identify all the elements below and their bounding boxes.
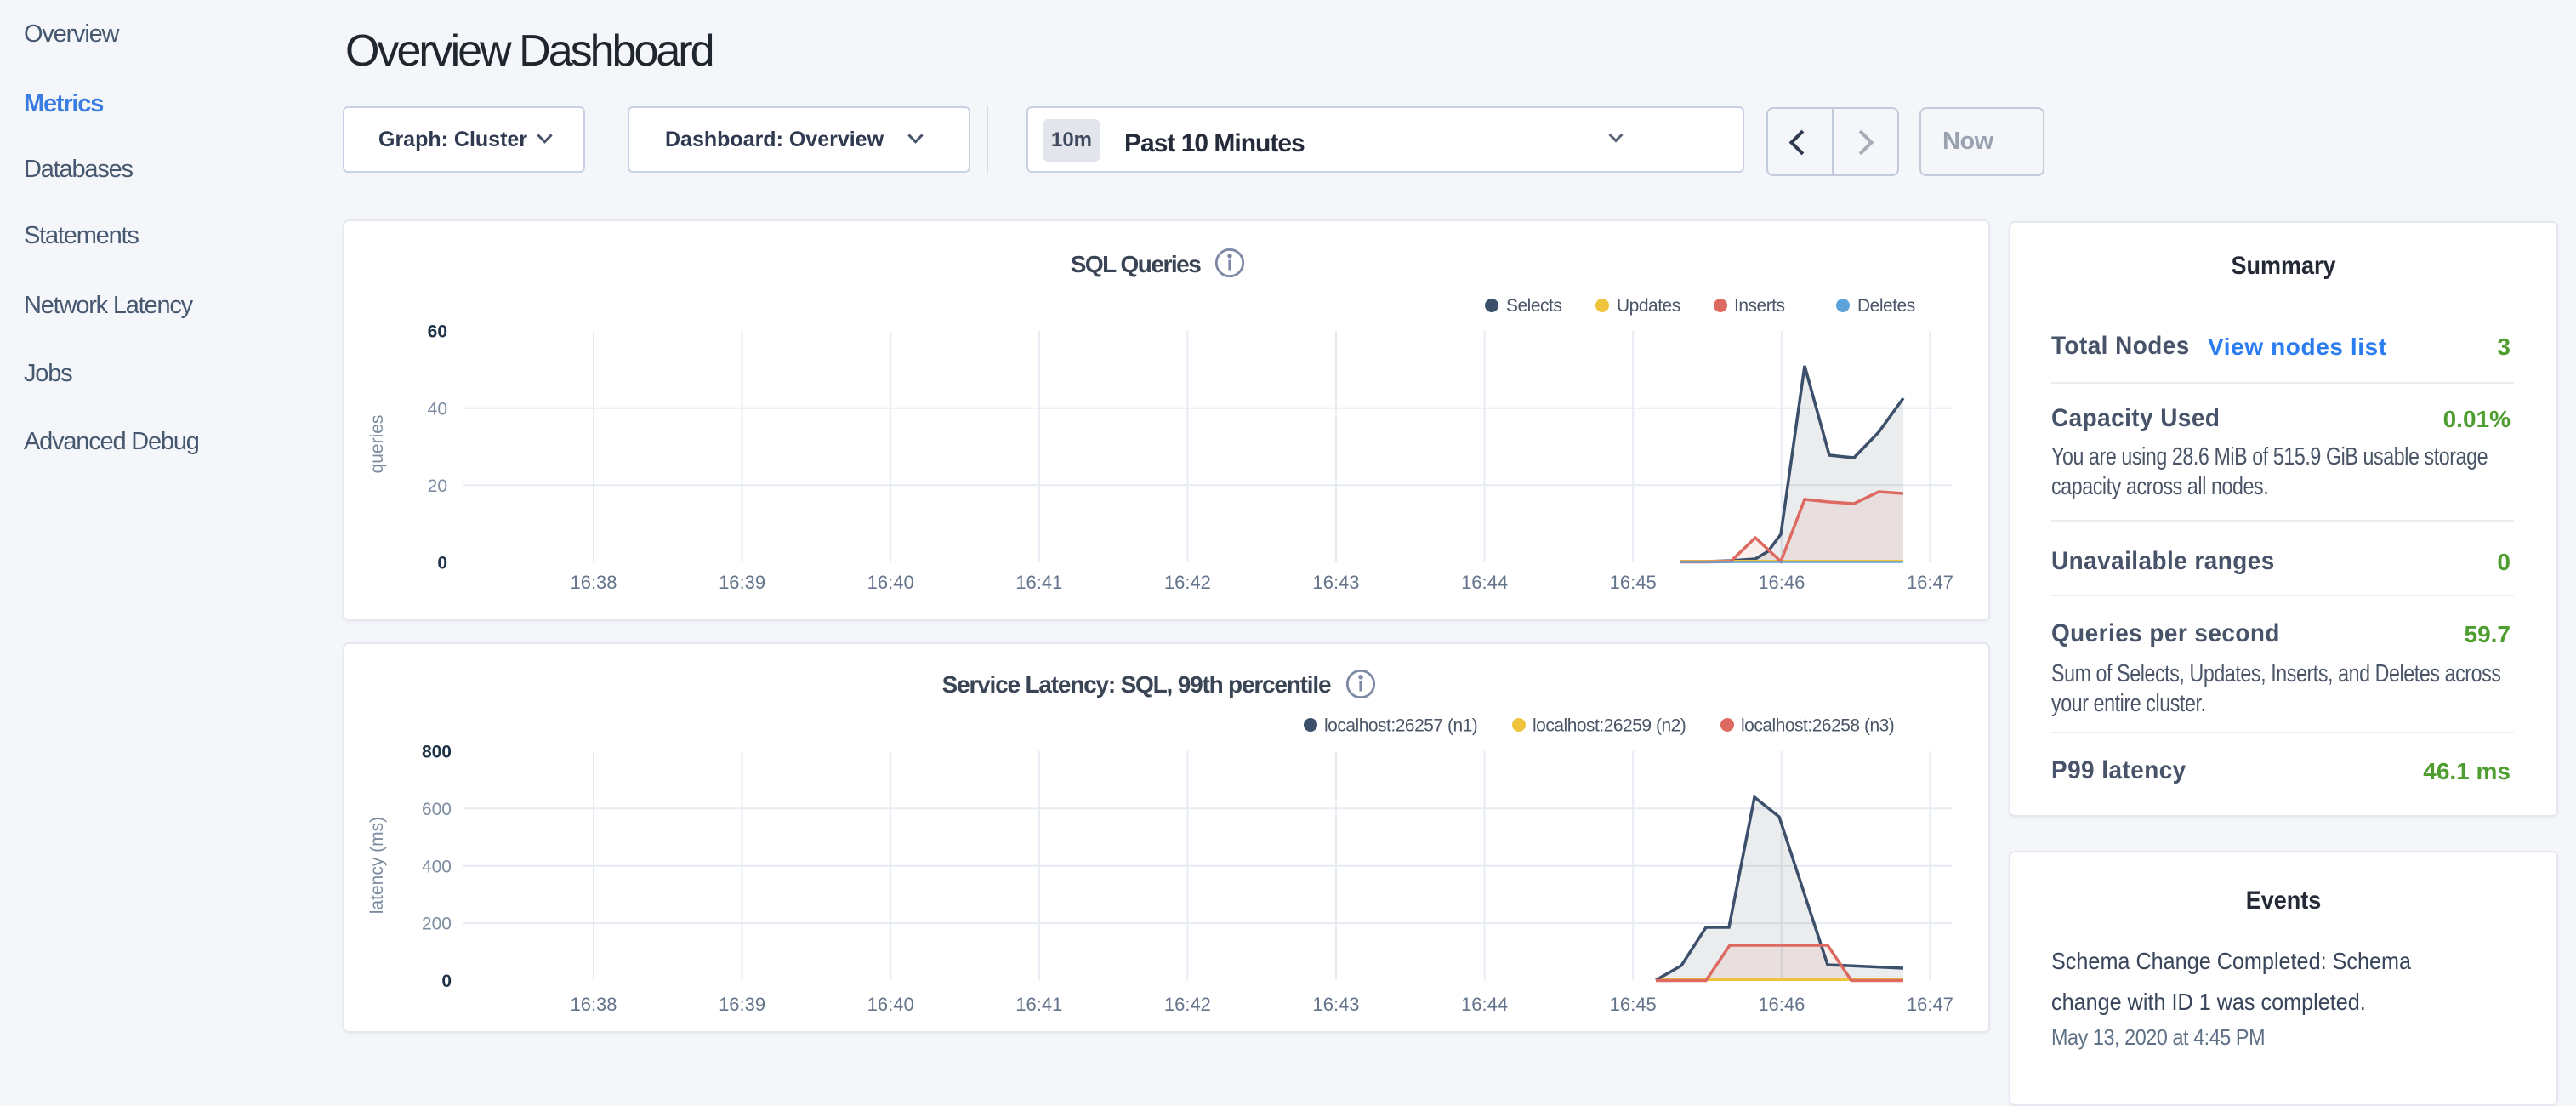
svg-text:600: 600: [422, 800, 452, 819]
svg-text:Selects: Selects: [1506, 296, 1561, 316]
svg-text:16:41: 16:41: [1015, 572, 1062, 593]
svg-text:16:38: 16:38: [570, 994, 617, 1015]
svg-text:localhost:26259 (n2): localhost:26259 (n2): [1533, 716, 1686, 736]
svg-text:Inserts: Inserts: [1734, 296, 1785, 316]
svg-text:SQL Queries: SQL Queries: [1071, 251, 1202, 277]
svg-text:60: 60: [428, 322, 447, 342]
svg-text:0: 0: [441, 972, 452, 991]
svg-text:latency (ms): latency (ms): [367, 817, 387, 914]
svg-text:16:47: 16:47: [1907, 994, 1953, 1015]
svg-text:16:45: 16:45: [1610, 572, 1657, 593]
svg-text:0: 0: [437, 554, 447, 573]
svg-text:400: 400: [422, 857, 452, 876]
svg-text:16:46: 16:46: [1758, 572, 1805, 593]
svg-text:16:42: 16:42: [1164, 572, 1211, 593]
svg-text:Deletes: Deletes: [1857, 296, 1915, 316]
svg-text:16:44: 16:44: [1461, 994, 1508, 1015]
svg-text:16:44: 16:44: [1461, 572, 1508, 593]
svg-text:16:46: 16:46: [1758, 994, 1805, 1015]
svg-text:800: 800: [422, 743, 452, 762]
svg-text:200: 200: [422, 915, 452, 934]
svg-text:16:40: 16:40: [867, 994, 914, 1015]
svg-text:localhost:26258 (n3): localhost:26258 (n3): [1741, 716, 1894, 736]
svg-text:16:43: 16:43: [1312, 994, 1359, 1015]
svg-text:16:39: 16:39: [719, 994, 765, 1015]
svg-text:40: 40: [428, 399, 447, 419]
svg-text:16:43: 16:43: [1312, 572, 1359, 593]
svg-text:16:47: 16:47: [1907, 572, 1953, 593]
svg-text:Updates: Updates: [1617, 296, 1680, 316]
svg-text:16:39: 16:39: [719, 572, 765, 593]
svg-text:16:40: 16:40: [867, 572, 914, 593]
svg-text:16:42: 16:42: [1164, 994, 1211, 1015]
svg-text:Service Latency: SQL, 99th per: Service Latency: SQL, 99th percentile: [942, 671, 1331, 698]
svg-text:localhost:26257 (n1): localhost:26257 (n1): [1324, 716, 1477, 736]
svg-text:queries: queries: [367, 415, 387, 474]
svg-text:20: 20: [428, 476, 447, 496]
svg-text:16:38: 16:38: [570, 572, 617, 593]
svg-text:16:45: 16:45: [1610, 994, 1657, 1015]
svg-text:16:41: 16:41: [1015, 994, 1062, 1015]
